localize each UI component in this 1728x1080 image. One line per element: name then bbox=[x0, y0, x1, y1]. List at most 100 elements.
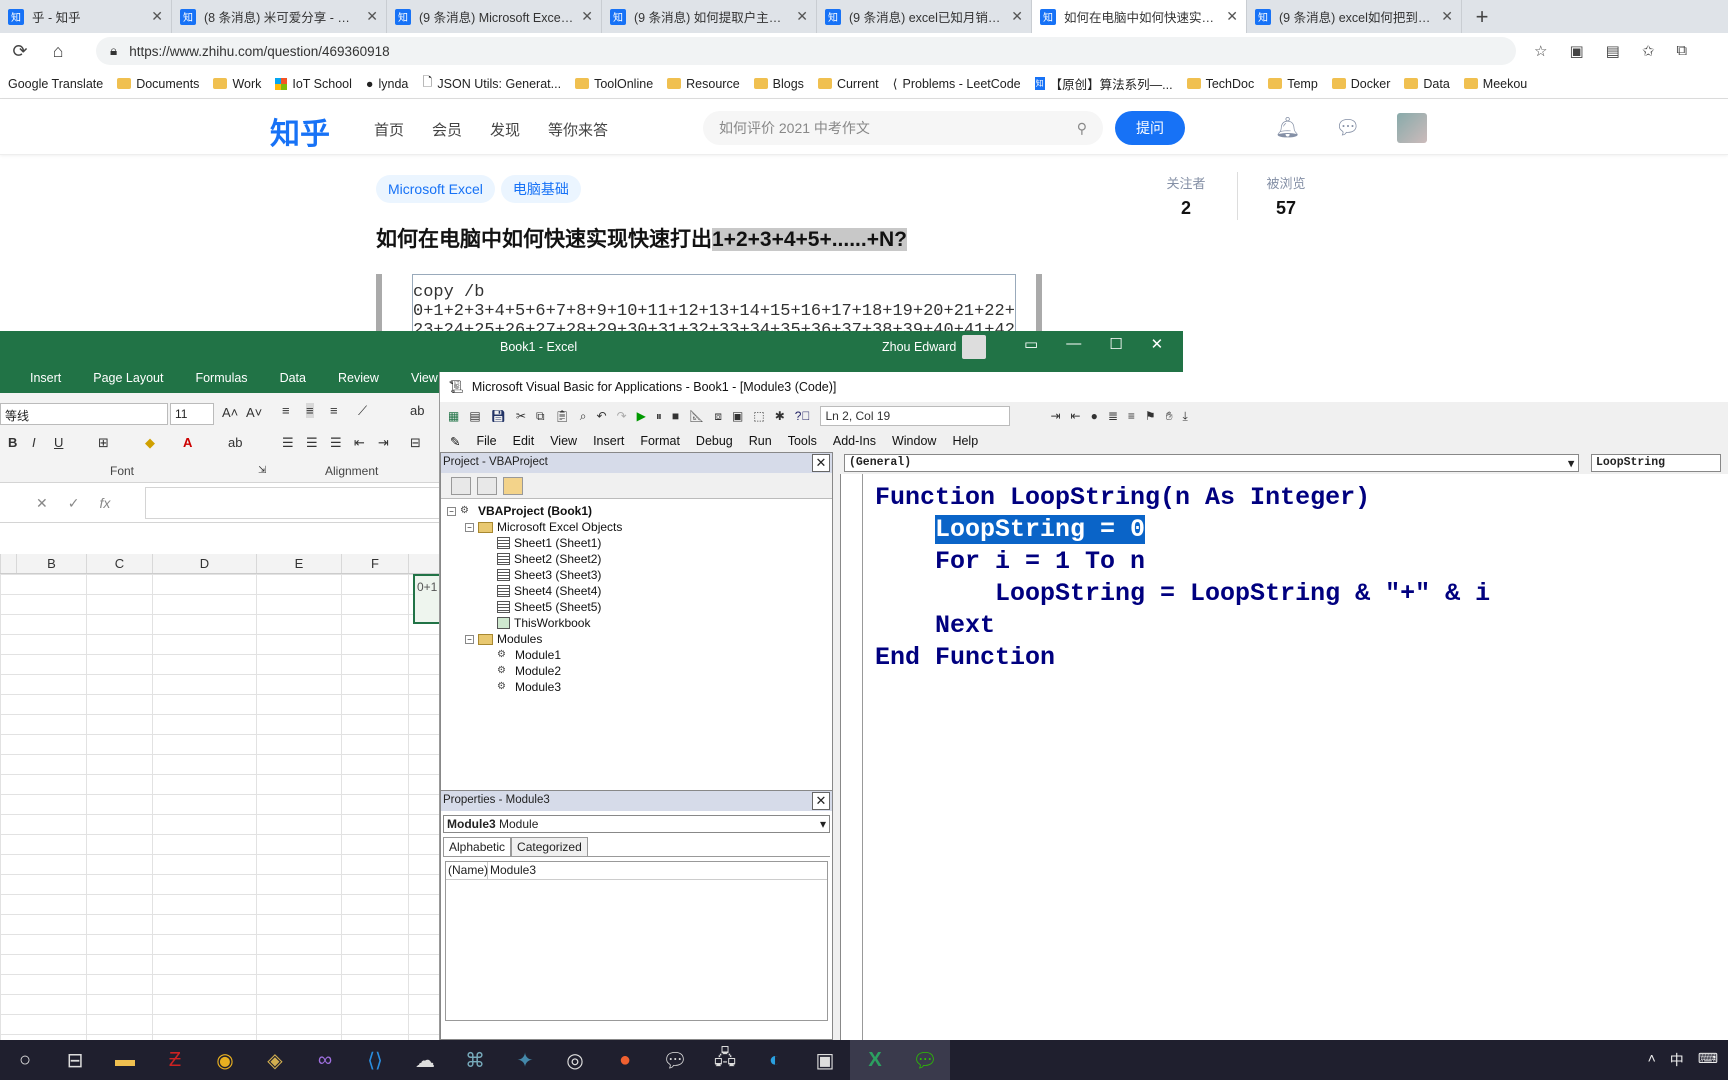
toggle-folders-icon[interactable] bbox=[503, 477, 523, 495]
url-field[interactable]: 🔒︎ https://www.zhihu.com/question/469360… bbox=[96, 37, 1516, 65]
task-view-icon[interactable]: ⊟ bbox=[50, 1040, 100, 1080]
font-grow-icon[interactable]: A˄ bbox=[222, 405, 238, 420]
browser-tab[interactable]: 知乎 - 知乎 ✕ bbox=[0, 0, 172, 33]
close-icon[interactable]: ✕ bbox=[1011, 8, 1023, 25]
redo-icon[interactable]: ↷ bbox=[617, 409, 627, 423]
font-name-select[interactable]: 等线 bbox=[0, 403, 168, 425]
tree-module[interactable]: ⚙ Module2 bbox=[447, 663, 826, 679]
toolbox-icon[interactable]: ✱ bbox=[775, 409, 785, 423]
paste-icon[interactable]: 📋︎ bbox=[555, 409, 570, 423]
close-icon[interactable]: ✕ bbox=[1226, 8, 1238, 25]
bookmark-item[interactable]: Blogs bbox=[753, 77, 804, 91]
new-tab-button[interactable]: + bbox=[1462, 0, 1502, 33]
browser-tab[interactable]: 知 (9 条消息) Microsoft Excel - 知乎 ✕ bbox=[387, 0, 602, 33]
ime-indicator[interactable]: 中 bbox=[1670, 1050, 1684, 1070]
column-header[interactable]: D bbox=[153, 554, 257, 573]
tree-sheet[interactable]: Sheet1 (Sheet1) bbox=[447, 535, 826, 551]
user-avatar-icon[interactable] bbox=[962, 335, 986, 359]
tab-categorized[interactable]: Categorized bbox=[511, 837, 588, 856]
tree-folder-modules[interactable]: − Modules bbox=[447, 631, 826, 647]
bold-icon[interactable]: B bbox=[8, 435, 17, 450]
align-left-icon[interactable]: ☰ bbox=[282, 435, 294, 451]
topic-tag[interactable]: 电脑基础 bbox=[500, 175, 581, 203]
hand-icon[interactable]: ✋︎ bbox=[1166, 409, 1173, 424]
properties-icon[interactable]: ▣ bbox=[732, 409, 743, 423]
collections-icon[interactable]: ⧉ bbox=[1676, 42, 1687, 60]
save-icon[interactable]: 💾︎ bbox=[491, 409, 506, 423]
next-bookmark-icon[interactable]: ⤓ bbox=[1183, 409, 1188, 424]
chat-icon[interactable]: 💬︎ bbox=[1335, 115, 1360, 140]
wechat-icon[interactable]: 💬︎ bbox=[900, 1040, 950, 1080]
cancel-icon[interactable]: ✕ bbox=[36, 495, 48, 512]
insert-form-icon[interactable]: ▤ bbox=[469, 409, 480, 423]
menu-item[interactable]: Tools bbox=[788, 434, 817, 448]
vba-taskbar-icon[interactable]: ▣ bbox=[800, 1040, 850, 1080]
menu-item[interactable]: Debug bbox=[696, 434, 733, 448]
object-browser-icon[interactable]: ⬚ bbox=[753, 409, 764, 423]
file-explorer-icon[interactable]: ▬ bbox=[100, 1040, 150, 1080]
tree-sheet[interactable]: Sheet5 (Sheet5) bbox=[447, 599, 826, 615]
fx-label[interactable]: fx bbox=[99, 495, 110, 511]
dialog-launcher-icon[interactable]: ⇲ bbox=[258, 465, 266, 476]
align-middle-icon[interactable]: ≡ bbox=[306, 403, 314, 418]
zhihu-logo[interactable]: 知乎 bbox=[270, 109, 330, 153]
bookmark-item[interactable]: ⟨ Problems - LeetCode bbox=[893, 76, 1021, 92]
menu-item[interactable]: View bbox=[550, 434, 577, 448]
ribbon-display-icon[interactable]: ▭ bbox=[1024, 335, 1038, 353]
bookmark-item[interactable]: Resource bbox=[667, 77, 740, 91]
chevron-up-icon[interactable]: ˄ bbox=[1648, 1050, 1656, 1070]
bookmark-item[interactable]: Google Translate bbox=[8, 77, 103, 91]
underline-icon[interactable]: U bbox=[54, 435, 63, 450]
bookmark-item[interactable]: Documents bbox=[117, 77, 199, 91]
align-right-icon[interactable]: ☰ bbox=[330, 435, 342, 451]
formula-input[interactable] bbox=[145, 487, 445, 519]
ribbon-tab[interactable]: View bbox=[411, 371, 438, 385]
filezilla-icon[interactable]: Ƶ bbox=[150, 1040, 200, 1080]
extension-icon[interactable]: ▣ bbox=[1569, 42, 1583, 60]
code-window[interactable]: Function LoopString(n As Integer) LoopSt… bbox=[840, 474, 1728, 1040]
property-row[interactable]: (Name) Module3 bbox=[446, 862, 827, 880]
bookmark-item[interactable]: Meekou bbox=[1463, 77, 1527, 91]
phonetic-icon[interactable]: ab bbox=[228, 435, 242, 450]
ask-button[interactable]: 提问 bbox=[1115, 111, 1185, 145]
align-center-icon[interactable]: ☰ bbox=[306, 435, 318, 451]
view-excel-icon[interactable]: ▦ bbox=[448, 409, 459, 423]
browser-tab[interactable]: 知 (9 条消息) 如何提取户主名字到后 ✕ bbox=[602, 0, 817, 33]
bookmark-icon[interactable]: ⚑ bbox=[1145, 409, 1156, 423]
minimize-icon[interactable]: — bbox=[1066, 335, 1081, 353]
close-icon[interactable]: ✕ bbox=[581, 8, 593, 25]
chat-icon[interactable]: 💬︎ bbox=[650, 1040, 700, 1080]
favorites-icon[interactable]: ✩ bbox=[1642, 42, 1655, 60]
close-icon[interactable]: ✕ bbox=[796, 8, 808, 25]
app-icon[interactable]: ⌘ bbox=[450, 1040, 500, 1080]
search-icon[interactable]: ⚲ bbox=[1077, 120, 1087, 137]
code-margin[interactable] bbox=[841, 474, 863, 1040]
nav-discover[interactable]: 发现 bbox=[490, 119, 520, 140]
help-icon[interactable]: ?⃝ bbox=[795, 409, 811, 423]
close-icon[interactable]: ✕ bbox=[151, 8, 163, 25]
bookmark-item[interactable]: ● lynda bbox=[366, 77, 408, 91]
bookmark-item[interactable]: ToolOnline bbox=[575, 77, 653, 91]
menu-item[interactable]: Edit bbox=[513, 434, 535, 448]
browser-tab[interactable]: 知 (9 条消息) excel如何把到数匹配 ✕ bbox=[1247, 0, 1462, 33]
procedure-combo[interactable]: LoopString bbox=[1591, 454, 1721, 472]
topic-tag[interactable]: Microsoft Excel bbox=[376, 175, 495, 203]
maximize-icon[interactable]: ☐ bbox=[1109, 335, 1122, 353]
menu-item[interactable]: Help bbox=[952, 434, 978, 448]
indent-icon[interactable]: ⇥ bbox=[1050, 409, 1060, 423]
bookmark-item[interactable]: Current bbox=[817, 77, 879, 91]
properties-object-select[interactable]: Module3 Module ▾ bbox=[443, 815, 830, 833]
column-header[interactable]: F bbox=[342, 554, 409, 573]
project-explorer-icon[interactable]: ⧈ bbox=[714, 409, 722, 424]
toggle-breakpoint-icon[interactable]: ● bbox=[1091, 409, 1098, 423]
bookmark-item[interactable]: Work bbox=[213, 77, 261, 91]
indent-increase-icon[interactable]: ⇥ bbox=[378, 435, 389, 451]
tree-sheet[interactable]: Sheet3 (Sheet3) bbox=[447, 567, 826, 583]
menu-item[interactable]: File bbox=[476, 434, 496, 448]
border-icon[interactable]: ⊞ bbox=[98, 435, 109, 451]
column-header[interactable]: C bbox=[87, 554, 153, 573]
close-icon[interactable]: ✕ bbox=[366, 8, 378, 25]
bookmark-item[interactable]: 🗋︎ JSON Utils: Generat... bbox=[422, 73, 561, 94]
align-bottom-icon[interactable]: ≡ bbox=[330, 403, 338, 418]
menu-item[interactable]: Insert bbox=[593, 434, 624, 448]
